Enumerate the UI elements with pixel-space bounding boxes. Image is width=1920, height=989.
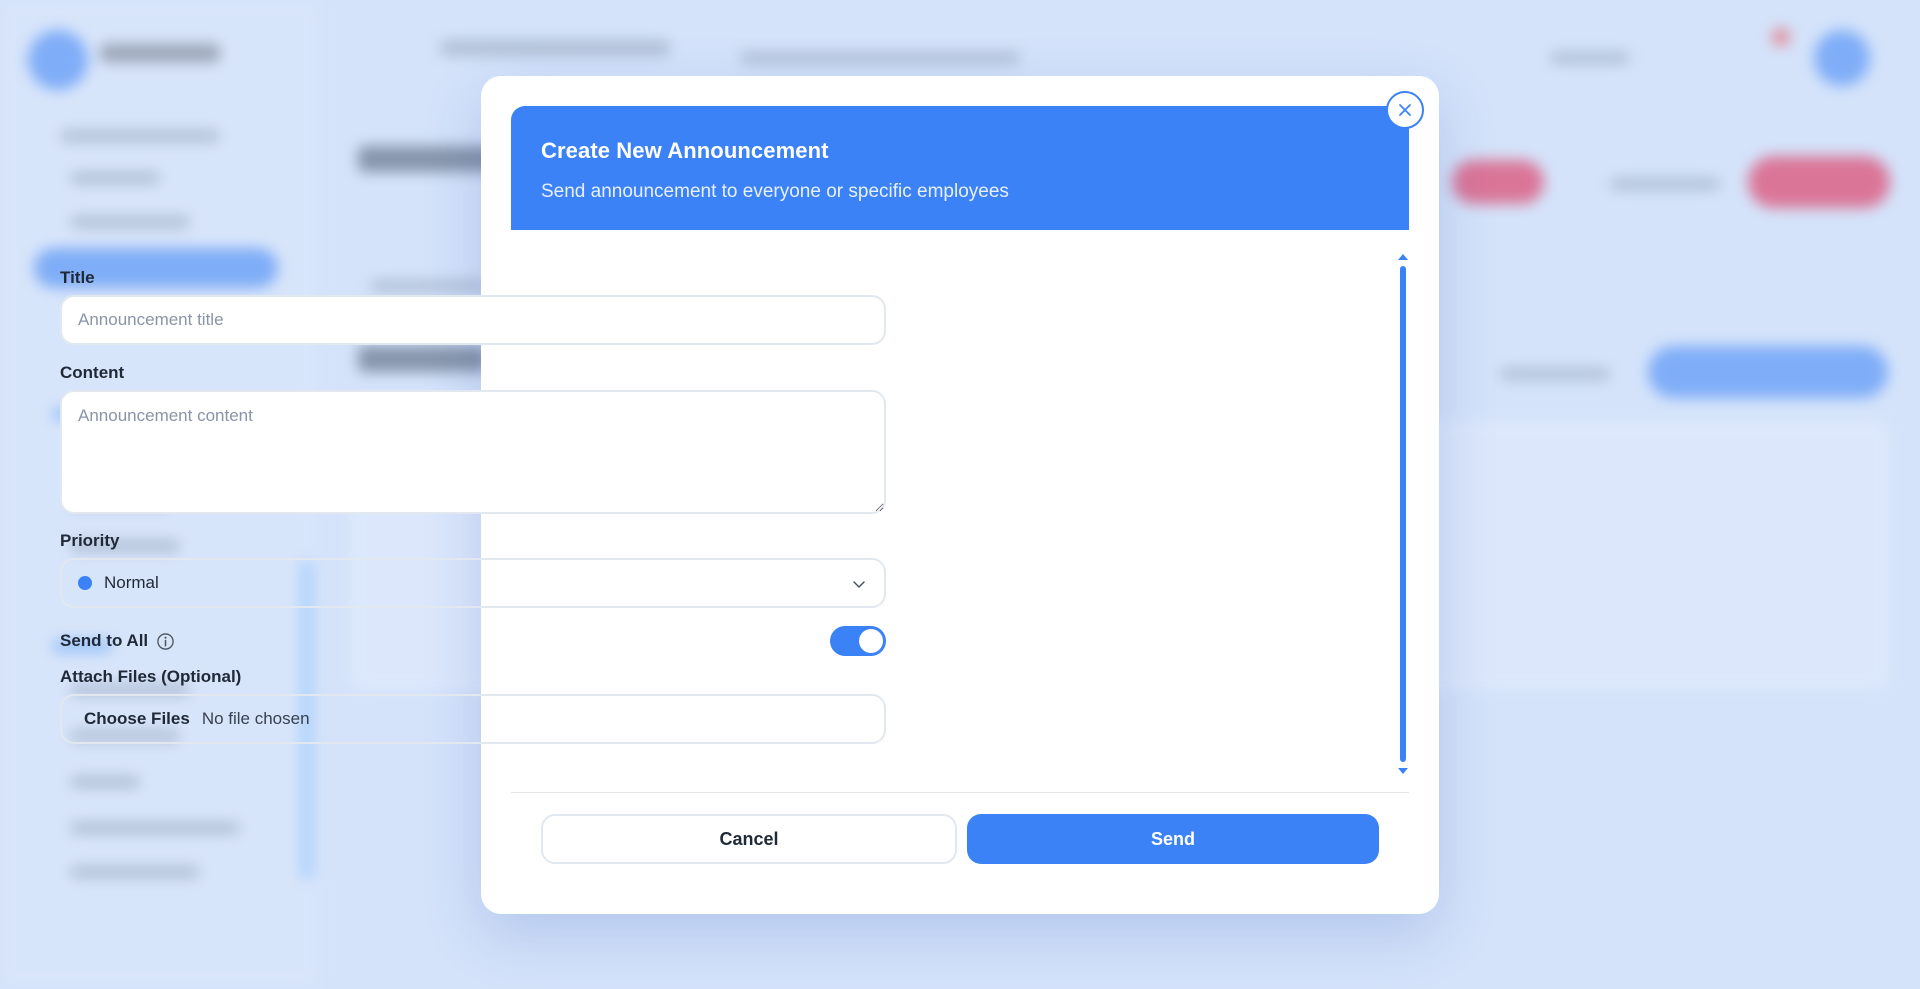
modal-title: Create New Announcement bbox=[541, 138, 829, 163]
send-to-all-row: Send to All bbox=[60, 625, 886, 657]
background-button bbox=[1452, 160, 1544, 204]
footer-divider bbox=[511, 792, 1409, 793]
priority-dot-icon bbox=[78, 576, 92, 590]
attach-files-label: Attach Files (Optional) bbox=[60, 667, 242, 686]
send-to-all-label: Send to All bbox=[60, 631, 149, 650]
background-button bbox=[1648, 346, 1888, 398]
modal-scrollbar[interactable] bbox=[1398, 254, 1408, 774]
chevron-down-icon bbox=[853, 581, 865, 588]
background-header-line bbox=[740, 52, 1020, 64]
background-line bbox=[1500, 368, 1610, 380]
background-nav-line bbox=[60, 130, 220, 142]
file-input[interactable]: Choose Files No file chosen bbox=[60, 694, 886, 744]
cancel-button[interactable]: Cancel bbox=[541, 814, 957, 864]
scroll-down-arrow-icon[interactable] bbox=[1398, 768, 1408, 774]
background-line bbox=[1610, 178, 1720, 190]
title-input[interactable] bbox=[60, 295, 886, 345]
send-button[interactable]: Send bbox=[967, 814, 1379, 864]
toggle-knob bbox=[859, 629, 883, 653]
close-icon bbox=[1399, 104, 1411, 116]
background-heading bbox=[358, 146, 498, 172]
background-logo bbox=[28, 30, 88, 90]
background-notification-dot bbox=[1772, 28, 1790, 46]
info-icon[interactable] bbox=[156, 632, 175, 651]
priority-label: Priority bbox=[60, 531, 120, 550]
modal-body: Title Content Priority Normal Send to Al… bbox=[60, 180, 886, 744]
background-logo-text bbox=[100, 44, 220, 62]
background-header-line bbox=[1550, 52, 1630, 64]
priority-selected-value: Normal bbox=[104, 573, 159, 592]
background-nav-line bbox=[70, 776, 140, 788]
content-label: Content bbox=[60, 363, 125, 382]
send-to-all-toggle[interactable] bbox=[830, 626, 886, 656]
title-label: Title bbox=[60, 268, 95, 287]
background-nav-line bbox=[70, 866, 200, 878]
close-button[interactable] bbox=[1386, 91, 1424, 129]
background-header-line bbox=[440, 40, 670, 56]
scroll-up-arrow-icon[interactable] bbox=[1398, 254, 1408, 260]
file-status: No file chosen bbox=[201, 709, 310, 728]
priority-select[interactable]: Normal bbox=[60, 558, 886, 608]
choose-files-button[interactable]: Choose Files bbox=[84, 709, 190, 729]
background-button bbox=[1748, 156, 1890, 208]
background-nav-line bbox=[70, 822, 240, 834]
background-avatar bbox=[1814, 30, 1870, 86]
content-textarea[interactable] bbox=[60, 390, 886, 514]
scroll-thumb[interactable] bbox=[1400, 266, 1406, 762]
